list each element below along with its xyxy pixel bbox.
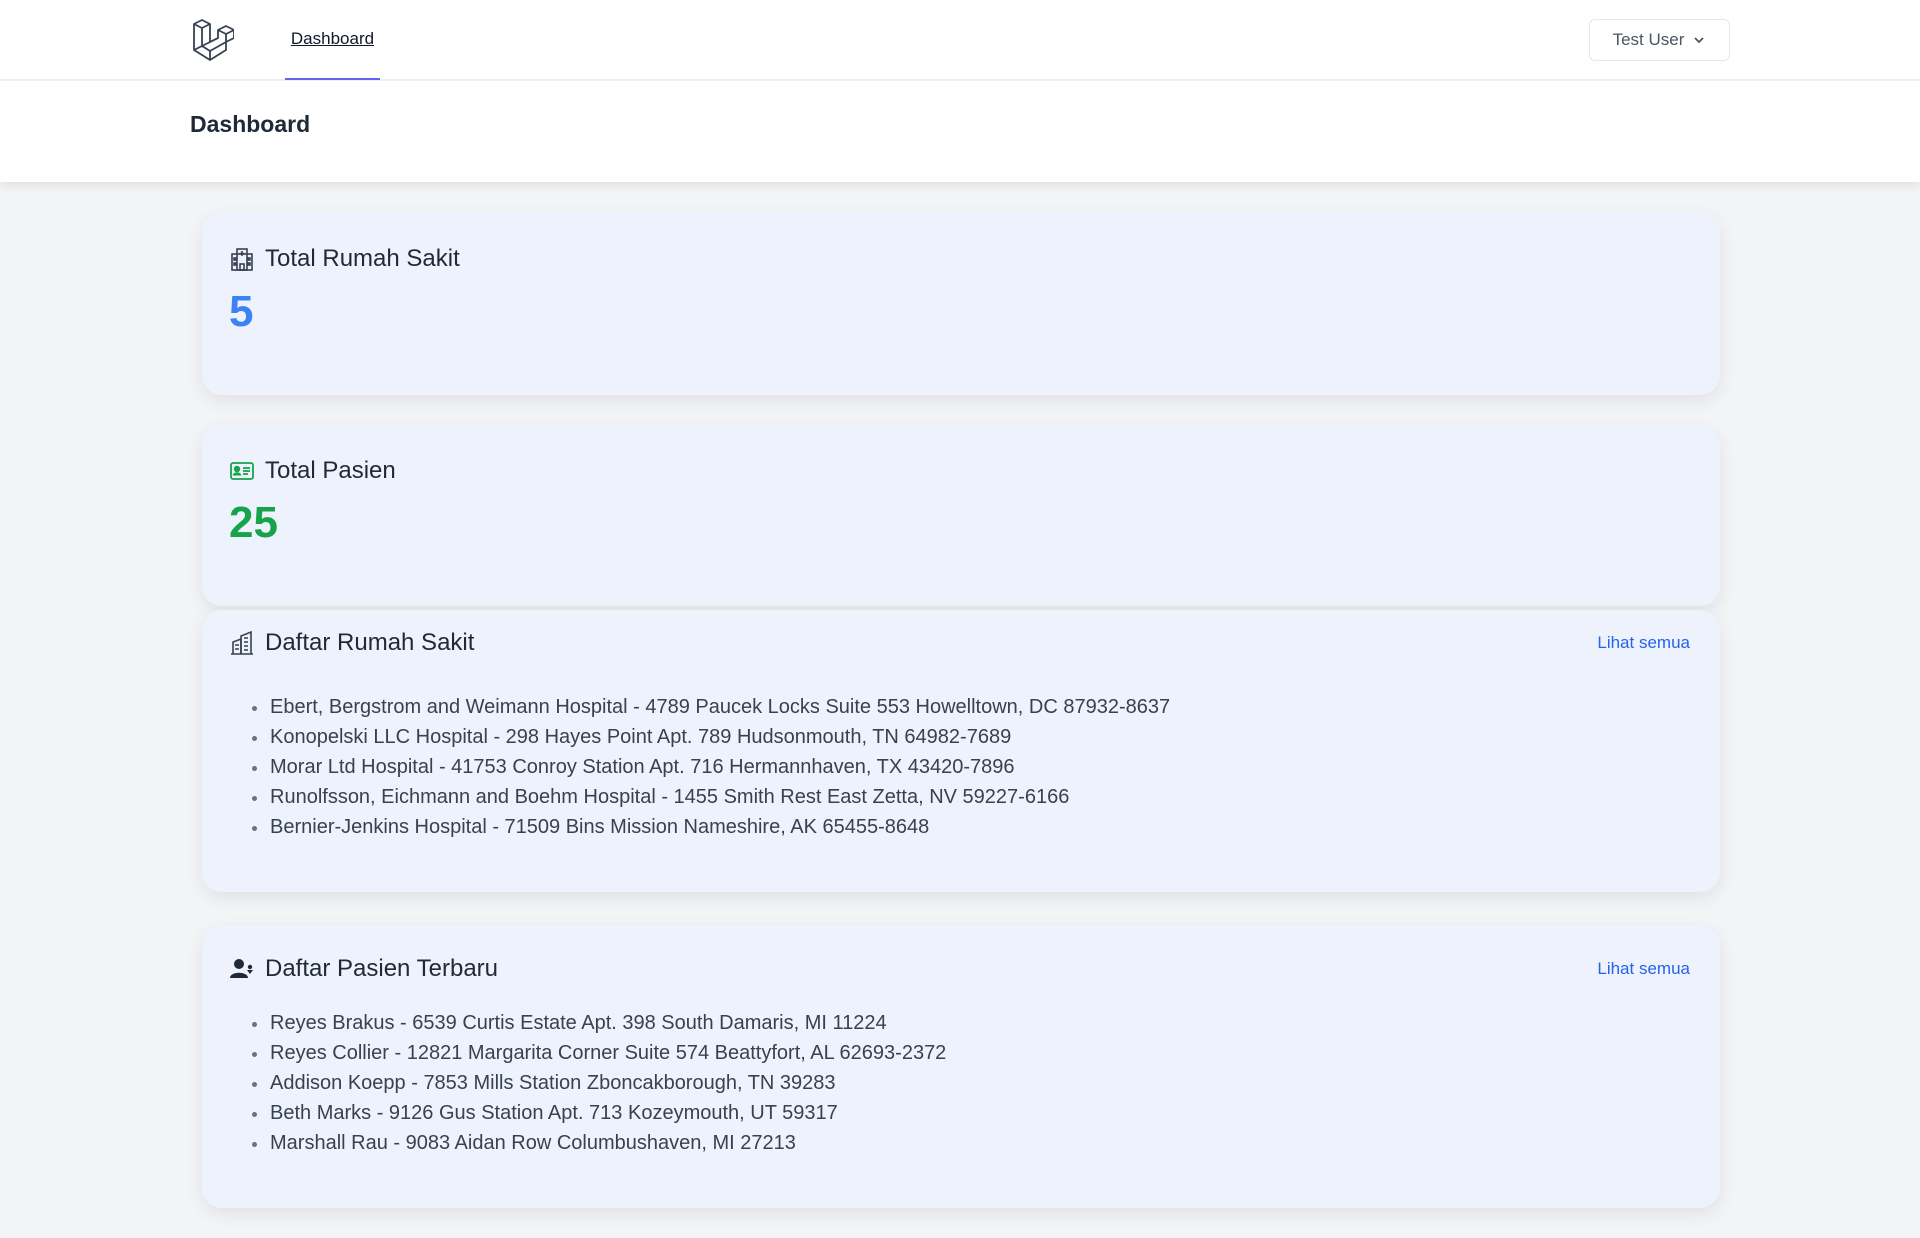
card-title: Total Rumah Sakit [265,245,460,272]
list-item: Reyes Collier - 12821 Margarita Corner S… [252,1038,946,1068]
card-header: Total Rumah Sakit [229,244,1690,274]
hospital-icon [231,248,253,271]
building-icon [231,630,253,655]
card-header: Daftar Rumah Sakit Lihat semua [229,628,1690,658]
list-item: Marshall Rau - 9083 Aidan Row Columbusha… [252,1128,946,1158]
nav-link-dashboard[interactable]: Dashboard [285,0,380,80]
hospital-list-card: Daftar Rumah Sakit Lihat semua Ebert, Be… [202,610,1720,892]
patient-list-card: Daftar Pasien Terbaru Lihat semua Reyes … [202,925,1720,1208]
list-item: Addison Koepp - 7853 Mills Station Zbonc… [252,1068,946,1098]
card-title: Daftar Pasien Terbaru [265,955,499,982]
list-item: Beth Marks - 9126 Gus Station Apt. 713 K… [252,1098,946,1128]
page-title: Dashboard [190,111,311,137]
patient-list: Reyes Brakus - 6539 Curtis Estate Apt. 3… [252,1008,946,1158]
list-item: Ebert, Bergstrom and Weimann Hospital - … [252,692,1170,722]
chevron-down-icon [1694,37,1705,44]
hospital-count: 5 [229,287,254,336]
card-title: Total Pasien [265,457,396,484]
laravel-logo-icon[interactable] [190,18,234,62]
card-title: Daftar Rumah Sakit [265,629,475,656]
list-item: Morar Ltd Hospital - 41753 Conroy Statio… [252,752,1170,782]
see-all-patients-link[interactable]: Lihat semua [1597,959,1690,979]
id-card-icon [230,462,254,480]
user-icon [230,959,253,978]
page-header: Dashboard [0,81,1920,182]
list-item: Runolfsson, Eichmann and Boehm Hospital … [252,782,1170,812]
user-menu-button[interactable]: Test User [1589,19,1730,61]
stat-card-hospitals: Total Rumah Sakit 5 [202,212,1720,395]
nav-link-label: Dashboard [290,29,375,48]
card-header: Total Pasien [229,456,1690,486]
top-navbar: Dashboard Test User [0,0,1920,80]
hospital-list: Ebert, Bergstrom and Weimann Hospital - … [252,692,1170,842]
list-item: Reyes Brakus - 6539 Curtis Estate Apt. 3… [252,1008,946,1038]
card-header: Daftar Pasien Terbaru Lihat semua [229,954,1690,984]
user-name: Test User [1612,30,1685,49]
list-item: Bernier-Jenkins Hospital - 71509 Bins Mi… [252,812,1170,842]
see-all-hospitals-link[interactable]: Lihat semua [1597,633,1690,653]
stat-card-patients: Total Pasien 25 [202,425,1720,606]
list-item: Konopelski LLC Hospital - 298 Hayes Poin… [252,722,1170,752]
patient-count: 25 [229,498,278,547]
